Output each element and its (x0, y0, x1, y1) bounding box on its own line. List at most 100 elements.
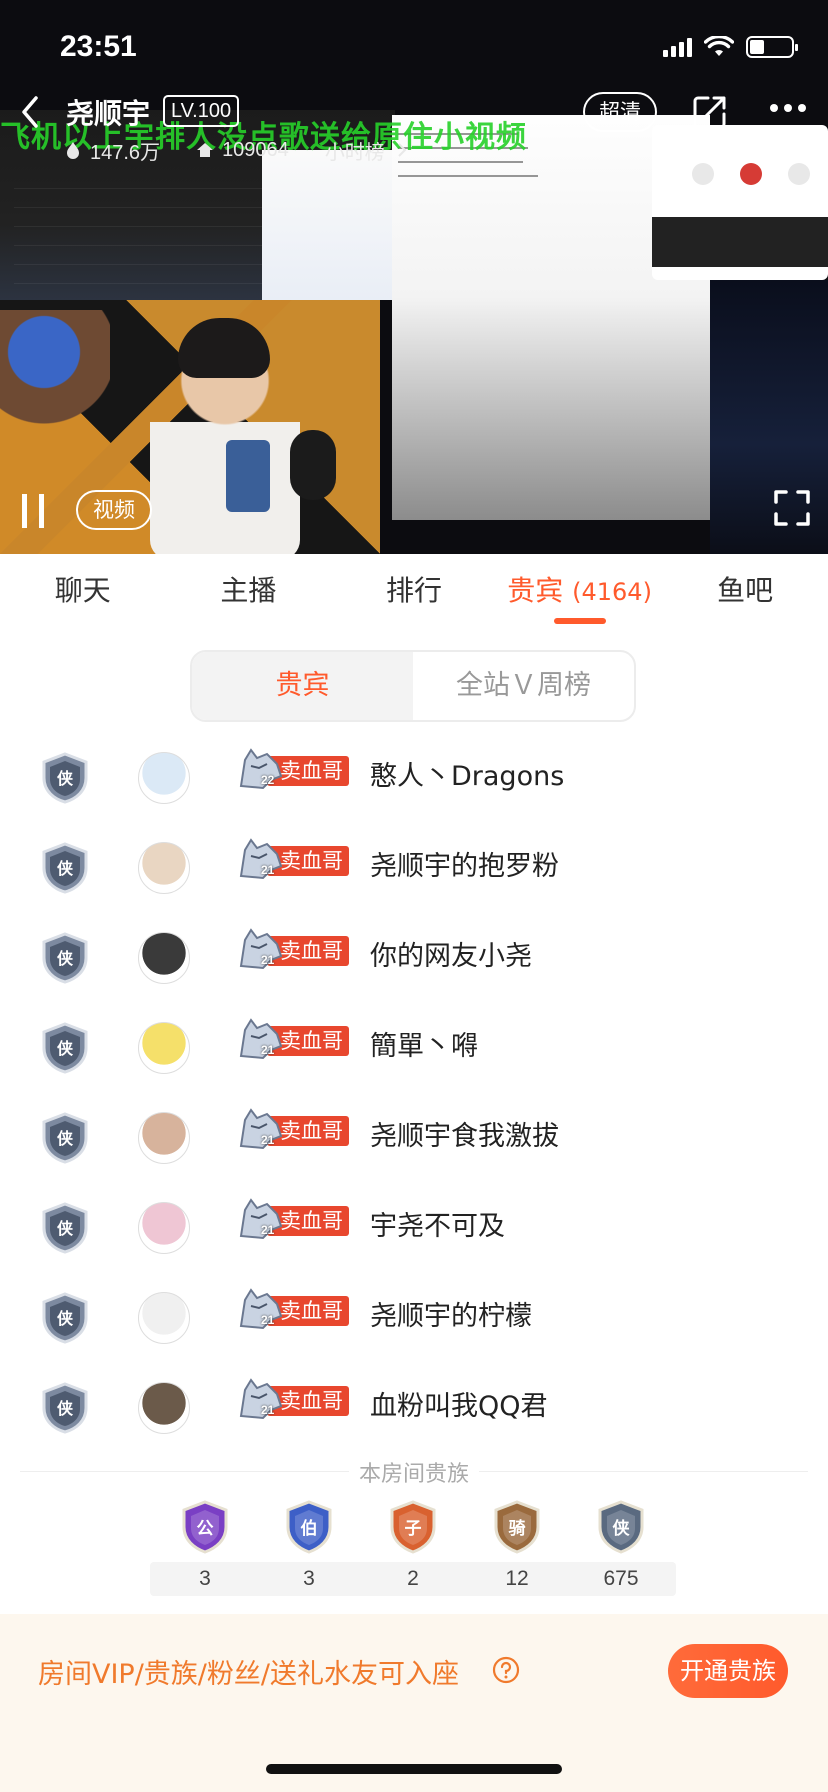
rank-badge-icon: 侠 (40, 1202, 90, 1254)
nobility-rank-icon: 公 (182, 1500, 228, 1554)
wolf-badge-icon (239, 928, 283, 970)
fan-badge-level: 21 (261, 953, 275, 967)
tab-fish-bar[interactable]: 鱼吧 (662, 554, 828, 628)
vip-username[interactable]: 宇尧不可及 (370, 1202, 505, 1252)
vip-segmented-control: 贵宾 全站Ｖ周榜 (190, 650, 636, 722)
tab-vip-count: (4164) (572, 578, 652, 606)
stream-stats: 147.6万 109064 小时榜 (64, 136, 411, 164)
vip-username[interactable]: 尧顺宇的抱罗粉 (370, 842, 559, 892)
nobility-item[interactable]: 伯 3 (254, 1500, 364, 1600)
vip-list-item[interactable]: 侠 卖血哥 21 簡單丶嘚 (0, 1000, 828, 1090)
nobility-item[interactable]: 侠 675 (566, 1500, 676, 1600)
live-video-player[interactable]: 飞机以上宇排人没点歌送给原住小视频 23:51 尧顺宇 LV.100 超清 14… (0, 0, 828, 554)
popularity-icon (67, 142, 79, 159)
nobility-rank-icon: 骑 (494, 1500, 540, 1554)
tab-fish-bar-label: 鱼吧 (717, 574, 774, 607)
svg-text:子: 子 (405, 1519, 422, 1539)
user-avatar[interactable] (138, 842, 190, 894)
pause-button[interactable] (22, 494, 46, 528)
back-button[interactable] (16, 94, 52, 130)
user-avatar[interactable] (138, 1382, 190, 1434)
user-avatar[interactable] (138, 1112, 190, 1164)
segment-weekly-vip[interactable]: 全站Ｖ周榜 (413, 652, 634, 720)
nobility-rank-icon: 侠 (598, 1500, 644, 1554)
open-nobility-button[interactable]: 开通贵族 (668, 1644, 788, 1698)
chevron-right-icon (398, 143, 407, 157)
vip-seat-text: 房间VIP/贵族/粉丝/送礼水友可入座 (38, 1659, 460, 1690)
tab-ranking-label: 排行 (385, 574, 442, 607)
fan-badge-level: 21 (261, 1133, 275, 1147)
segment-vip[interactable]: 贵宾 (192, 652, 413, 720)
cellular-signal-icon (663, 37, 692, 57)
nobility-item[interactable]: 子 2 (358, 1500, 468, 1600)
fan-badge: 卖血哥 21 (237, 926, 351, 970)
follower-count: 109064 (222, 138, 289, 161)
wolf-badge-icon (239, 1198, 283, 1240)
vip-username[interactable]: 尧顺宇食我激拔 (370, 1112, 559, 1162)
status-bar: 23:51 (0, 0, 828, 96)
vip-list-item[interactable]: 侠 卖血哥 21 血粉叫我QQ君 (0, 1360, 828, 1450)
fan-badge: 卖血哥 21 (237, 1376, 351, 1420)
tab-streamer-label: 主播 (220, 574, 277, 607)
vip-username[interactable]: 血粉叫我QQ君 (370, 1382, 548, 1432)
nobility-item[interactable]: 公 3 (150, 1500, 260, 1600)
video-mode-button[interactable]: 视频 (76, 490, 152, 530)
rank-badge-icon: 侠 (40, 1022, 90, 1074)
svg-text:侠: 侠 (57, 949, 74, 968)
fan-badge: 卖血哥 21 (237, 1286, 351, 1330)
tab-vip[interactable]: 贵宾 (4164) (497, 554, 663, 628)
chevron-left-icon (22, 96, 38, 128)
lyrics-block (14, 170, 264, 290)
share-icon[interactable] (690, 92, 730, 132)
user-avatar[interactable] (138, 752, 190, 804)
user-avatar[interactable] (138, 1202, 190, 1254)
vip-list-item[interactable]: 侠 卖血哥 21 尧顺宇食我激拔 (0, 1090, 828, 1180)
level-badge: LV.100 (163, 95, 240, 127)
rank-badge-icon: 侠 (40, 1112, 90, 1164)
vip-username[interactable]: 簡單丶嘚 (370, 1022, 478, 1072)
fan-badge-level: 21 (261, 863, 275, 877)
wifi-icon (704, 36, 734, 56)
hourly-rank-link[interactable]: 小时榜 (325, 136, 385, 165)
svg-text:侠: 侠 (57, 859, 74, 878)
svg-text:侠: 侠 (57, 1399, 74, 1418)
fan-badge: 卖血哥 21 (237, 1196, 351, 1240)
vip-username[interactable]: 尧顺宇的柠檬 (370, 1292, 532, 1342)
svg-text:骑: 骑 (509, 1518, 526, 1539)
nobility-item[interactable]: 骑 12 (462, 1500, 572, 1600)
quality-button[interactable]: 超清 (583, 92, 657, 132)
fan-badge: 卖血哥 21 (237, 836, 351, 880)
nobility-row: 公 3 伯 3 子 2 骑 12 侠 675 (0, 1500, 828, 1600)
vip-list-item[interactable]: 侠 卖血哥 21 你的网友小尧 (0, 910, 828, 1000)
vip-list-item[interactable]: 侠 卖血哥 21 尧顺宇的柠檬 (0, 1270, 828, 1360)
help-icon[interactable] (492, 1656, 520, 1684)
home-icon (197, 143, 214, 157)
nobility-count: 2 (358, 1562, 468, 1596)
wolf-badge-icon (239, 1018, 283, 1060)
video-concert-scene (710, 280, 828, 554)
vip-list-item[interactable]: 侠 卖血哥 22 憨人丶Dragons (0, 730, 828, 820)
more-options-icon[interactable] (770, 104, 806, 112)
vip-list-item[interactable]: 侠 卖血哥 21 尧顺宇的抱罗粉 (0, 820, 828, 910)
tab-chat[interactable]: 聊天 (0, 554, 166, 628)
user-avatar[interactable] (138, 1022, 190, 1074)
fan-badge-level: 22 (261, 773, 275, 787)
battery-icon (746, 36, 798, 58)
rank-badge-icon: 侠 (40, 842, 90, 894)
status-time: 23:51 (60, 30, 137, 63)
fan-badge-level: 21 (261, 1313, 275, 1327)
room-tabs: 聊天 主播 排行 贵宾 (4164) 鱼吧 (0, 554, 828, 628)
tab-ranking[interactable]: 排行 (331, 554, 497, 628)
user-avatar[interactable] (138, 1292, 190, 1344)
tab-streamer[interactable]: 主播 (166, 554, 332, 628)
vip-username[interactable]: 你的网友小尧 (370, 932, 532, 982)
nobility-rank-icon: 子 (390, 1500, 436, 1554)
streamer-name[interactable]: 尧顺宇 (66, 92, 150, 132)
rank-badge-icon: 侠 (40, 1292, 90, 1344)
vip-list-item[interactable]: 侠 卖血哥 21 宇尧不可及 (0, 1180, 828, 1270)
video-side-panel (262, 150, 392, 300)
nobility-title: 本房间贵族 (0, 1456, 828, 1488)
vip-username[interactable]: 憨人丶Dragons (370, 752, 564, 802)
fullscreen-icon[interactable] (774, 490, 810, 526)
user-avatar[interactable] (138, 932, 190, 984)
